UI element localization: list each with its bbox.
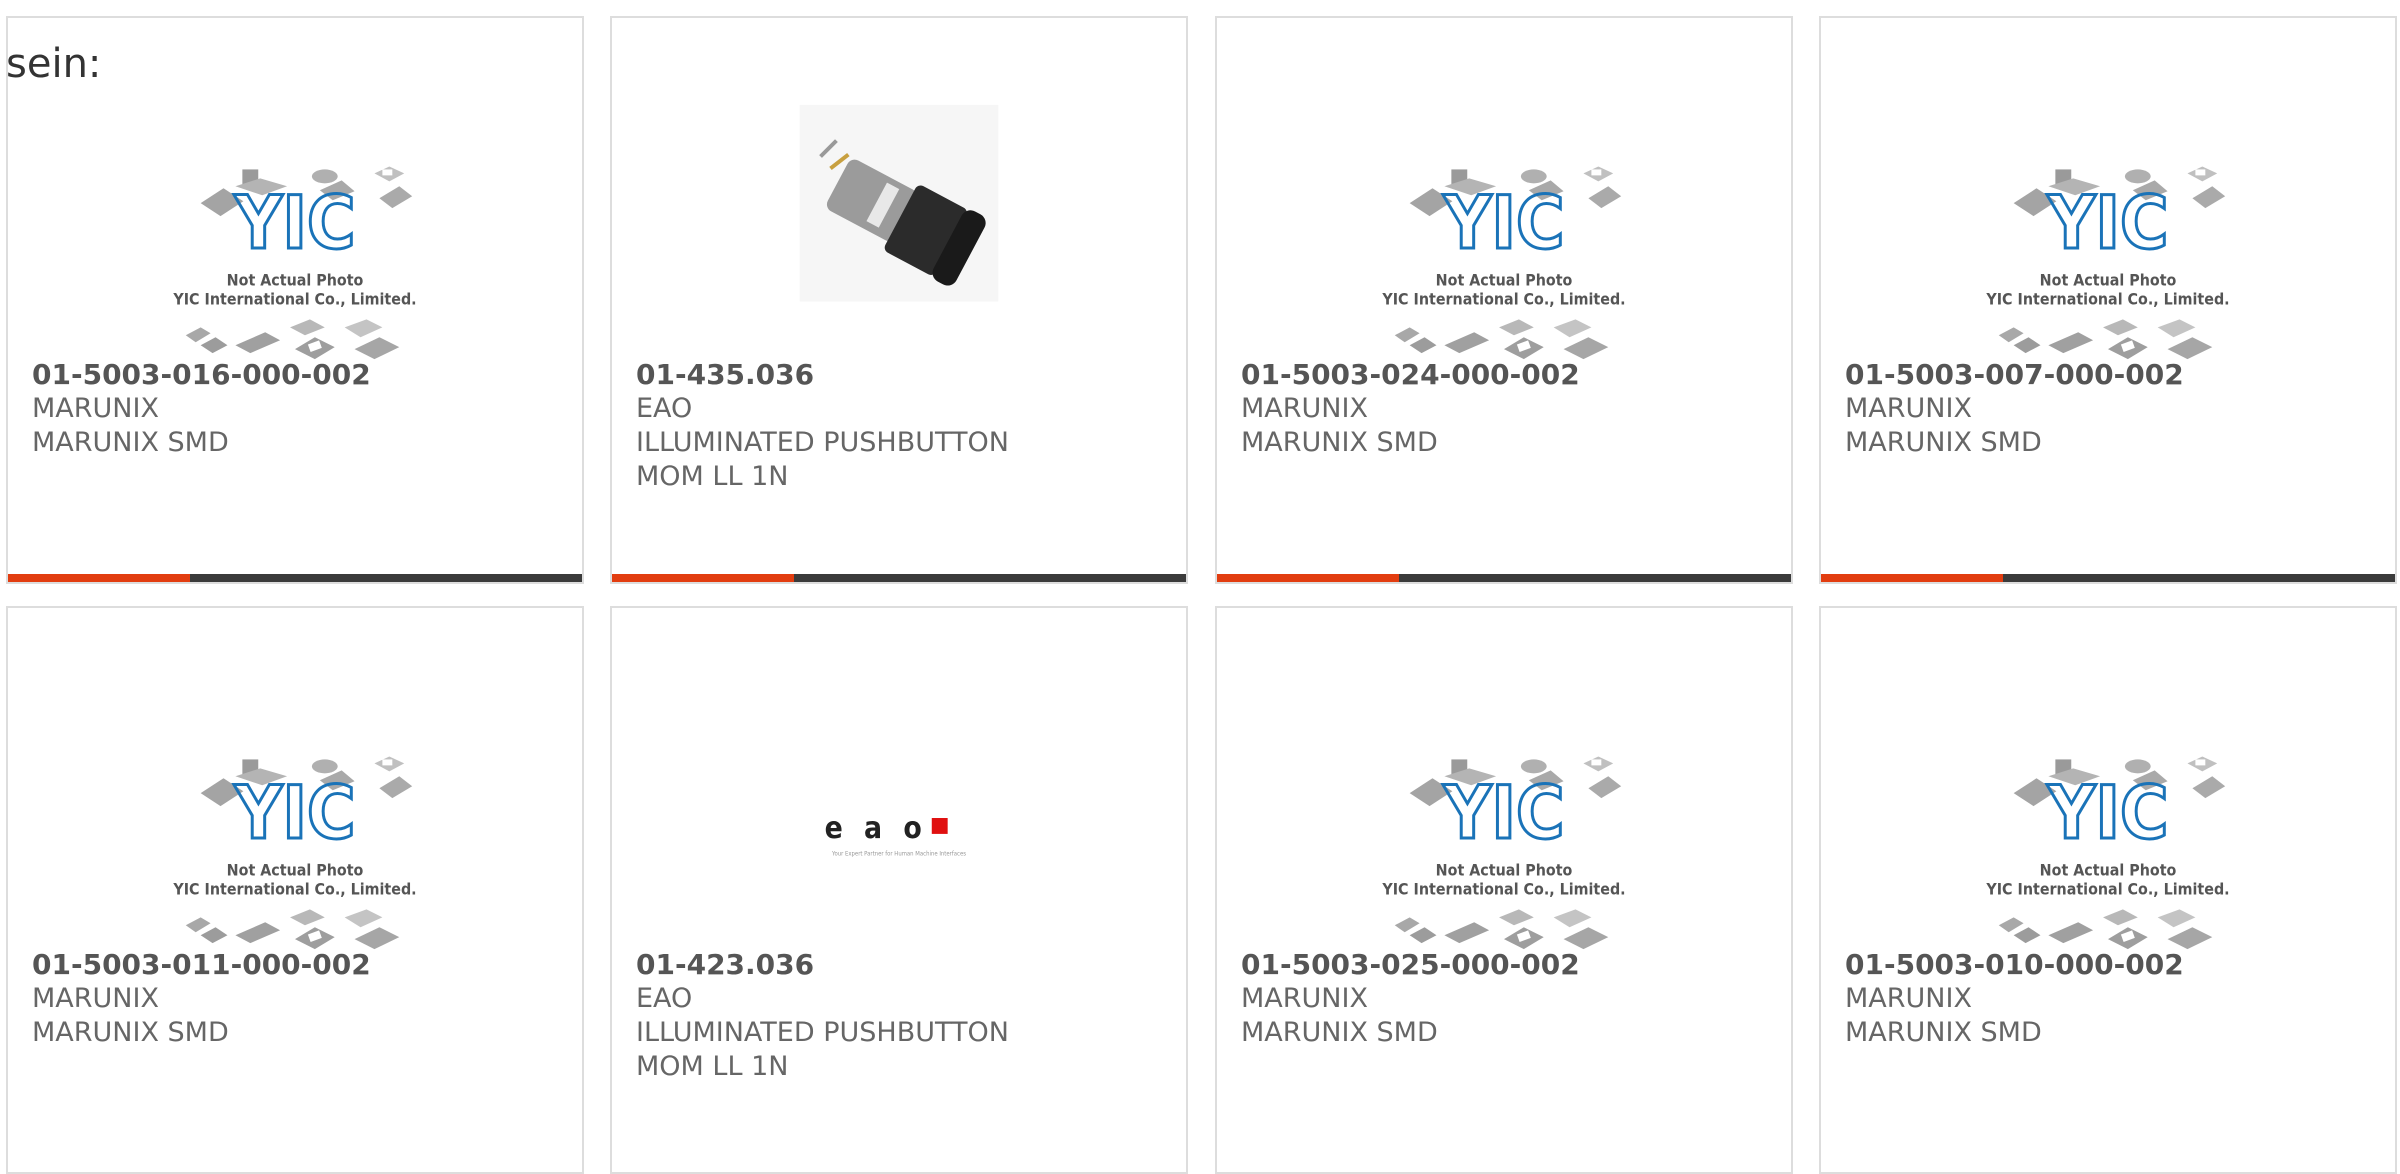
product-description-line2: MOM LL 1N — [636, 1051, 789, 1082]
manufacturer-name: EAO — [636, 983, 693, 1014]
manufacturer-name: MARUNIX — [32, 393, 159, 424]
manufacturer-name: MARUNIX — [1241, 983, 1368, 1014]
product-info: 01-5003-024-000-002 MARUNIX MARUNIX SMD — [1241, 358, 1771, 460]
part-number-link[interactable]: 01-5003-010-000-002 — [1845, 948, 2375, 982]
card-footer-bar — [612, 574, 1186, 582]
part-number-link[interactable]: 01-5003-007-000-002 — [1845, 358, 2375, 392]
product-description: MARUNIX SMD — [32, 1017, 229, 1048]
part-number-link[interactable]: 01-423.036 — [636, 948, 1166, 982]
product-card[interactable]: 01-5003-025-000-002 MARUNIX MARUNIX SMD — [1215, 606, 1793, 1174]
product-card[interactable]: 01-5003-016-000-002 MARUNIX MARUNIX SMD — [6, 16, 584, 584]
product-description: MARUNIX SMD — [1845, 1017, 2042, 1048]
manufacturer-name: MARUNIX — [1241, 393, 1368, 424]
product-info: 01-435.036 EAO ILLUMINATED PUSHBUTTON MO… — [636, 358, 1166, 494]
product-description: MARUNIX SMD — [32, 427, 229, 458]
eao-logo-image: e a o Your Expert Partner for Human Mach… — [825, 811, 967, 858]
yic-placeholder-image — [170, 164, 419, 361]
part-number-link[interactable]: 01-435.036 — [636, 358, 1166, 392]
card-footer-bar — [8, 574, 582, 582]
yic-placeholder-image — [1379, 164, 1628, 361]
product-description: ILLUMINATED PUSHBUTTON — [636, 1017, 1009, 1048]
product-card[interactable]: 01-5003-024-000-002 MARUNIX MARUNIX SMD — [1215, 16, 1793, 584]
product-card[interactable]: e a o Your Expert Partner for Human Mach… — [610, 606, 1188, 1174]
product-description-line2: MOM LL 1N — [636, 461, 789, 492]
product-info: 01-5003-016-000-002 MARUNIX MARUNIX SMD — [32, 358, 562, 460]
part-number-link[interactable]: 01-5003-011-000-002 — [32, 948, 562, 982]
product-info: 01-5003-007-000-002 MARUNIX MARUNIX SMD — [1845, 358, 2375, 460]
product-info: 01-5003-011-000-002 MARUNIX MARUNIX SMD — [32, 948, 562, 1050]
product-info: 01-423.036 EAO ILLUMINATED PUSHBUTTON MO… — [636, 948, 1166, 1084]
product-description: MARUNIX SMD — [1241, 1017, 1438, 1048]
svg-text:Your Expert Partner for Human: Your Expert Partner for Human Machine In… — [831, 851, 966, 858]
part-number-link[interactable]: 01-5003-024-000-002 — [1241, 358, 1771, 392]
part-number-link[interactable]: 01-5003-016-000-002 — [32, 358, 562, 392]
part-number-link[interactable]: 01-5003-025-000-002 — [1241, 948, 1771, 982]
yic-placeholder-image — [170, 754, 419, 951]
card-accent-bar — [1821, 574, 2003, 582]
manufacturer-name: MARUNIX — [1845, 393, 1972, 424]
card-footer-bar — [1821, 574, 2395, 582]
manufacturer-name: MARUNIX — [1845, 983, 1972, 1014]
card-accent-bar — [8, 574, 190, 582]
card-footer-bar — [1217, 574, 1791, 582]
pushbutton-photo-image — [799, 104, 999, 302]
product-card[interactable]: 01-435.036 EAO ILLUMINATED PUSHBUTTON MO… — [610, 16, 1188, 584]
product-description: ILLUMINATED PUSHBUTTON — [636, 427, 1009, 458]
product-card[interactable]: 01-5003-011-000-002 MARUNIX MARUNIX SMD — [6, 606, 584, 1174]
manufacturer-name: MARUNIX — [32, 983, 159, 1014]
product-info: 01-5003-025-000-002 MARUNIX MARUNIX SMD — [1241, 948, 1771, 1050]
card-accent-bar — [612, 574, 794, 582]
svg-text:e a o: e a o — [825, 811, 928, 846]
product-description: MARUNIX SMD — [1241, 427, 1438, 458]
yic-placeholder-image — [1983, 754, 2232, 951]
yic-placeholder-image — [1379, 754, 1628, 951]
product-info: 01-5003-010-000-002 MARUNIX MARUNIX SMD — [1845, 948, 2375, 1050]
manufacturer-name: EAO — [636, 393, 693, 424]
product-card[interactable]: 01-5003-007-000-002 MARUNIX MARUNIX SMD — [1819, 16, 2397, 584]
product-card[interactable]: 01-5003-010-000-002 MARUNIX MARUNIX SMD — [1819, 606, 2397, 1174]
card-accent-bar — [1217, 574, 1399, 582]
product-description: MARUNIX SMD — [1845, 427, 2042, 458]
intro-fragment-text: sein: — [6, 41, 102, 87]
yic-placeholder-image — [1983, 164, 2232, 361]
